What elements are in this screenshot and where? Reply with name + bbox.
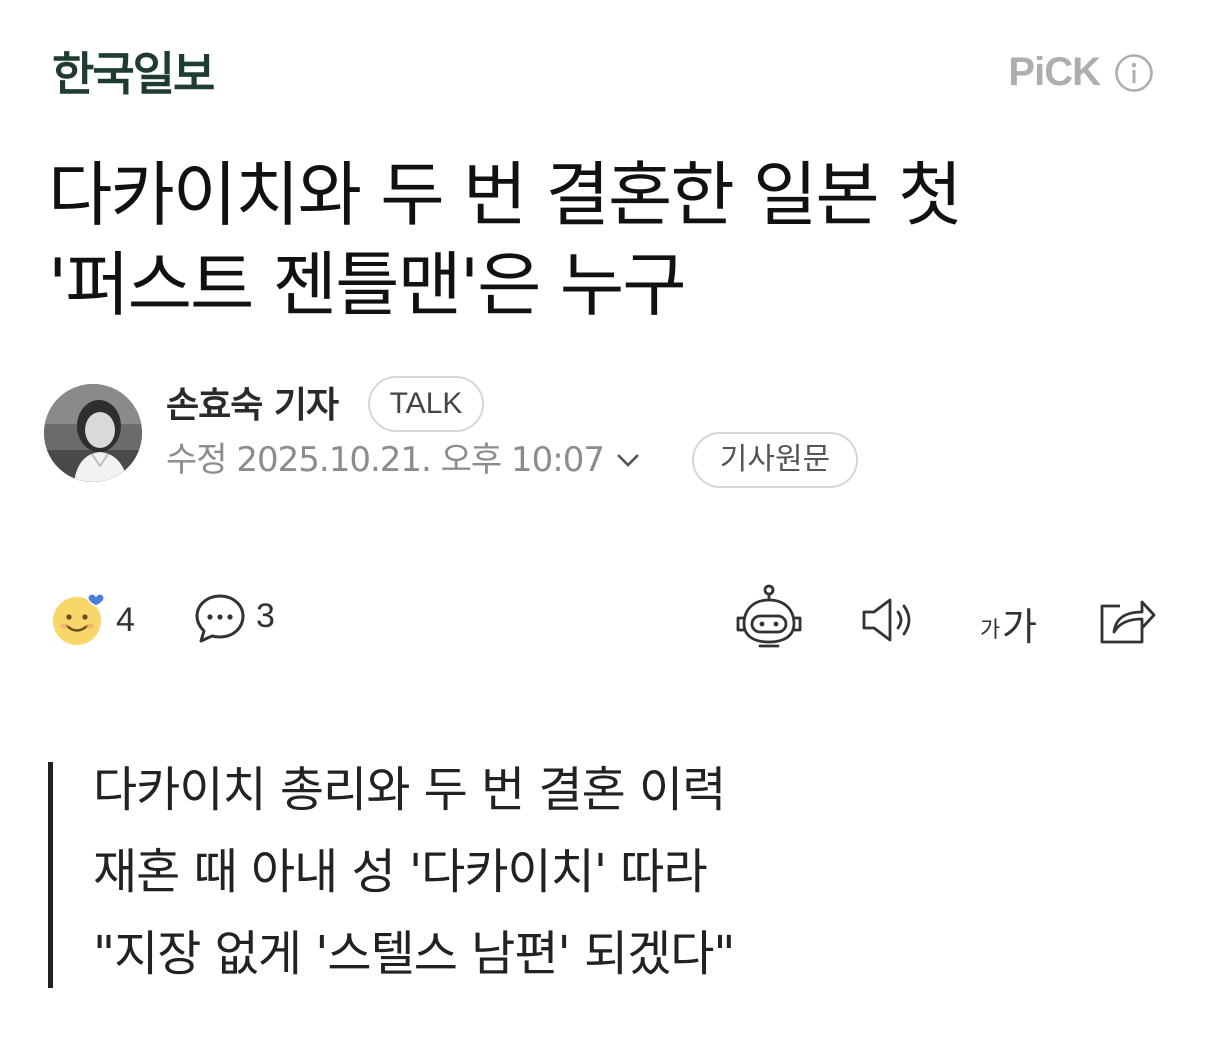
action-bar: 4 3 가 가 xyxy=(0,580,1206,660)
original-article-button[interactable]: 기사원문 xyxy=(692,432,858,488)
font-size-small-glyph: 가 xyxy=(980,618,1001,643)
modified-date: 수정 2025.10.21. 오후 10:07 xyxy=(166,440,605,480)
avatar-photo xyxy=(44,384,142,482)
pick-label: PiCK xyxy=(1008,50,1101,94)
chevron-down-icon xyxy=(617,454,639,467)
article-headline: 다카이치와 두 번 결혼한 일본 첫 '퍼스트 젠틀맨'은 누구 xyxy=(48,150,1168,330)
comment-bubble-icon[interactable] xyxy=(194,592,246,644)
talk-button[interactable]: TALK xyxy=(368,376,484,432)
press-logo[interactable]: 한국일보 xyxy=(52,44,215,104)
date-toggle[interactable]: 수정 2025.10.21. 오후 10:07 xyxy=(166,438,642,482)
headline-line-1: 다카이치와 두 번 결혼한 일본 첫 xyxy=(48,154,962,236)
summary-line: "지장 없게 '스텔스 남편' 되겠다" xyxy=(93,926,735,982)
robot-summary-icon[interactable] xyxy=(734,584,804,650)
reaction-count: 4 xyxy=(116,601,135,639)
font-size-icon[interactable]: 가 가 xyxy=(980,590,1050,649)
font-size-large-glyph: 가 xyxy=(1002,605,1037,649)
info-icon[interactable] xyxy=(1114,53,1154,93)
summary-line: 다카이치 총리와 두 번 결혼 이력 xyxy=(93,762,726,818)
reporter-name[interactable]: 손효숙 기자 xyxy=(166,384,339,428)
share-icon[interactable] xyxy=(1096,592,1156,648)
pick-badge[interactable]: PiCK xyxy=(1008,50,1154,95)
speaker-icon[interactable] xyxy=(860,596,920,644)
smile-emoji-icon[interactable] xyxy=(52,592,106,646)
comment-count: 3 xyxy=(256,597,275,635)
byline: 손효숙 기자 TALK 수정 2025.10.21. 오후 10:07 기사원문 xyxy=(44,376,1164,502)
article-summary: 다카이치 총리와 두 번 결혼 이력 재혼 때 아내 성 '다카이치' 따라 "… xyxy=(48,762,1148,988)
headline-line-2: '퍼스트 젠틀맨'은 누구 xyxy=(48,244,687,326)
summary-line: 재혼 때 아내 성 '다카이치' 따라 xyxy=(93,844,708,900)
reporter-avatar[interactable] xyxy=(44,384,142,482)
article-header: 한국일보 PiCK xyxy=(0,0,1206,130)
